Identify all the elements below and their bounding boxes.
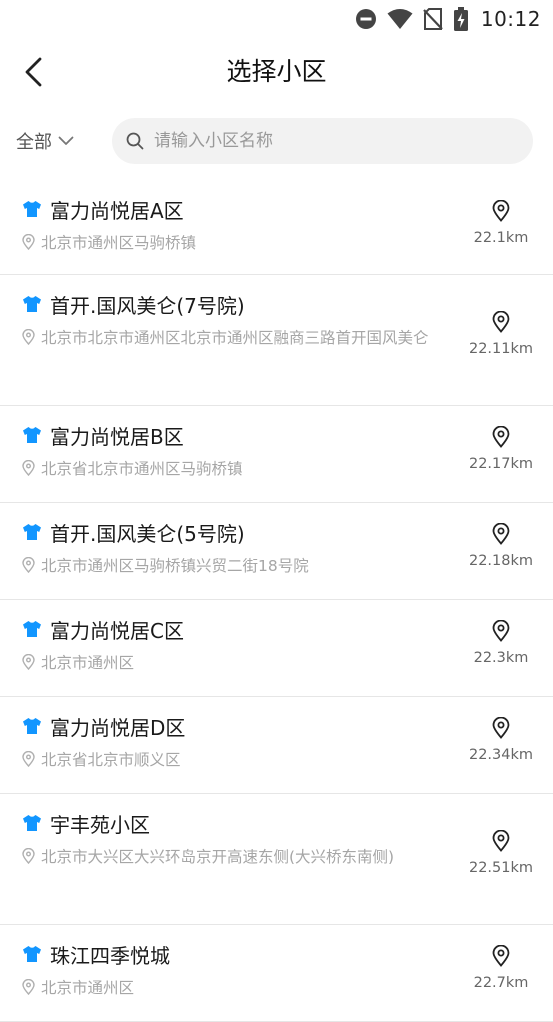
distance-cell: 22.3km — [449, 614, 553, 696]
status-bar: 10:12 — [0, 0, 553, 38]
location-pin-icon[interactable] — [492, 830, 510, 852]
location-pin-icon — [22, 751, 35, 767]
list-item[interactable]: 首开.国风美仑(5号院) 北京市通州区马驹桥镇兴贸二街18号院 22.18km — [0, 503, 553, 600]
filter-row: 全部 — [0, 102, 553, 180]
community-list: 富力尚悦居A区 北京市通州区马驹桥镇 22.1km 首开.国风美仑(7号院) 北… — [0, 180, 553, 1022]
location-pin-icon[interactable] — [492, 620, 510, 642]
location-pin-icon — [22, 460, 35, 476]
shirt-icon — [23, 201, 41, 217]
shirt-icon — [23, 718, 41, 734]
search-input[interactable] — [152, 130, 533, 152]
page-title: 选择小区 — [226, 57, 327, 86]
shirt-icon — [23, 946, 41, 962]
item-address: 北京省北京市顺义区 — [41, 751, 181, 769]
item-name: 首开.国风美仑(5号院) — [50, 521, 245, 546]
item-distance: 22.18km — [468, 553, 534, 569]
item-address-row: 北京市大兴区大兴环岛京开高速东侧(大兴桥东南侧) — [22, 840, 439, 874]
do-not-disturb-icon — [355, 8, 377, 30]
location-pin-icon[interactable] — [492, 717, 510, 739]
item-name: 富力尚悦居D区 — [50, 715, 186, 740]
list-item[interactable]: 富力尚悦居D区 北京省北京市顺义区 22.34km — [0, 697, 553, 794]
list-item[interactable]: 宇丰苑小区 北京市大兴区大兴环岛京开高速东侧(大兴桥东南侧) 22.51km — [0, 794, 553, 925]
item-address-row: 北京市北京市通州区北京市通州区融商三路首开国风美仑 — [22, 321, 439, 355]
item-address: 北京市通州区 — [41, 654, 135, 672]
location-pin-icon — [22, 979, 35, 995]
item-distance: 22.1km — [473, 230, 529, 246]
location-pin-icon — [22, 234, 35, 250]
distance-cell: 22.1km — [449, 194, 553, 274]
distance-cell: 22.51km — [449, 808, 553, 924]
location-pin-icon[interactable] — [492, 426, 510, 448]
item-distance: 22.17km — [468, 456, 534, 472]
item-address-row: 北京市通州区马驹桥镇 — [22, 226, 439, 260]
nav-bar: 选择小区 — [0, 38, 553, 102]
distance-cell: 22.34km — [449, 711, 553, 793]
location-pin-icon[interactable] — [492, 200, 510, 222]
item-address: 北京市大兴区大兴环岛京开高速东侧(大兴桥东南侧) — [41, 848, 395, 866]
distance-cell: 22.11km — [449, 289, 553, 405]
status-time: 10:12 — [480, 7, 541, 31]
no-sim-icon — [423, 8, 443, 30]
search-box[interactable] — [112, 118, 533, 164]
list-item[interactable]: 富力尚悦居A区 北京市通州区马驹桥镇 22.1km — [0, 180, 553, 275]
shirt-icon — [23, 296, 41, 312]
shirt-icon — [23, 524, 41, 540]
item-address: 北京市北京市通州区北京市通州区融商三路首开国风美仑 — [41, 329, 429, 347]
search-icon — [126, 132, 144, 150]
item-name: 富力尚悦居A区 — [50, 198, 184, 223]
item-address-row: 北京市通州区 — [22, 971, 439, 1005]
chevron-down-icon — [58, 136, 74, 145]
location-pin-icon[interactable] — [492, 945, 510, 967]
item-address-row: 北京省北京市通州区马驹桥镇 — [22, 452, 439, 486]
distance-cell: 22.17km — [449, 420, 553, 502]
item-distance: 22.7km — [473, 975, 529, 991]
location-pin-icon[interactable] — [492, 523, 510, 545]
region-dropdown[interactable]: 全部 — [16, 128, 112, 154]
location-pin-icon — [22, 848, 35, 864]
location-pin-icon — [22, 654, 35, 670]
region-dropdown-label: 全部 — [16, 132, 52, 153]
list-item[interactable]: 首开.国风美仑(7号院) 北京市北京市通州区北京市通州区融商三路首开国风美仑 2… — [0, 275, 553, 406]
item-distance: 22.11km — [468, 341, 534, 357]
item-distance: 22.51km — [468, 860, 534, 876]
location-pin-icon — [22, 557, 35, 573]
list-item[interactable]: 珠江四季悦城 北京市通州区 22.7km — [0, 925, 553, 1022]
item-address: 北京市通州区马驹桥镇兴贸二街18号院 — [41, 557, 309, 575]
distance-cell: 22.7km — [449, 939, 553, 1021]
item-address: 北京市通州区 — [41, 979, 135, 997]
item-distance: 22.3km — [473, 650, 529, 666]
battery-charging-icon — [453, 7, 469, 31]
item-address-row: 北京市通州区 — [22, 646, 439, 680]
item-name: 富力尚悦居B区 — [50, 424, 184, 449]
shirt-icon — [23, 815, 41, 831]
item-address: 北京省北京市通州区马驹桥镇 — [41, 460, 243, 478]
item-address-row: 北京省北京市顺义区 — [22, 743, 439, 777]
item-address: 北京市通州区马驹桥镇 — [41, 234, 197, 252]
item-name: 珠江四季悦城 — [50, 943, 170, 968]
list-item[interactable]: 富力尚悦居B区 北京省北京市通州区马驹桥镇 22.17km — [0, 406, 553, 503]
wifi-icon — [387, 8, 413, 30]
item-name: 宇丰苑小区 — [50, 812, 150, 837]
distance-cell: 22.18km — [449, 517, 553, 599]
location-pin-icon[interactable] — [492, 311, 510, 333]
shirt-icon — [23, 427, 41, 443]
item-name: 富力尚悦居C区 — [50, 618, 184, 643]
location-pin-icon — [22, 329, 35, 345]
shirt-icon — [23, 621, 41, 637]
item-name: 首开.国风美仑(7号院) — [50, 293, 245, 318]
item-address-row: 北京市通州区马驹桥镇兴贸二街18号院 — [22, 549, 439, 583]
list-item[interactable]: 富力尚悦居C区 北京市通州区 22.3km — [0, 600, 553, 697]
item-distance: 22.34km — [468, 747, 534, 763]
